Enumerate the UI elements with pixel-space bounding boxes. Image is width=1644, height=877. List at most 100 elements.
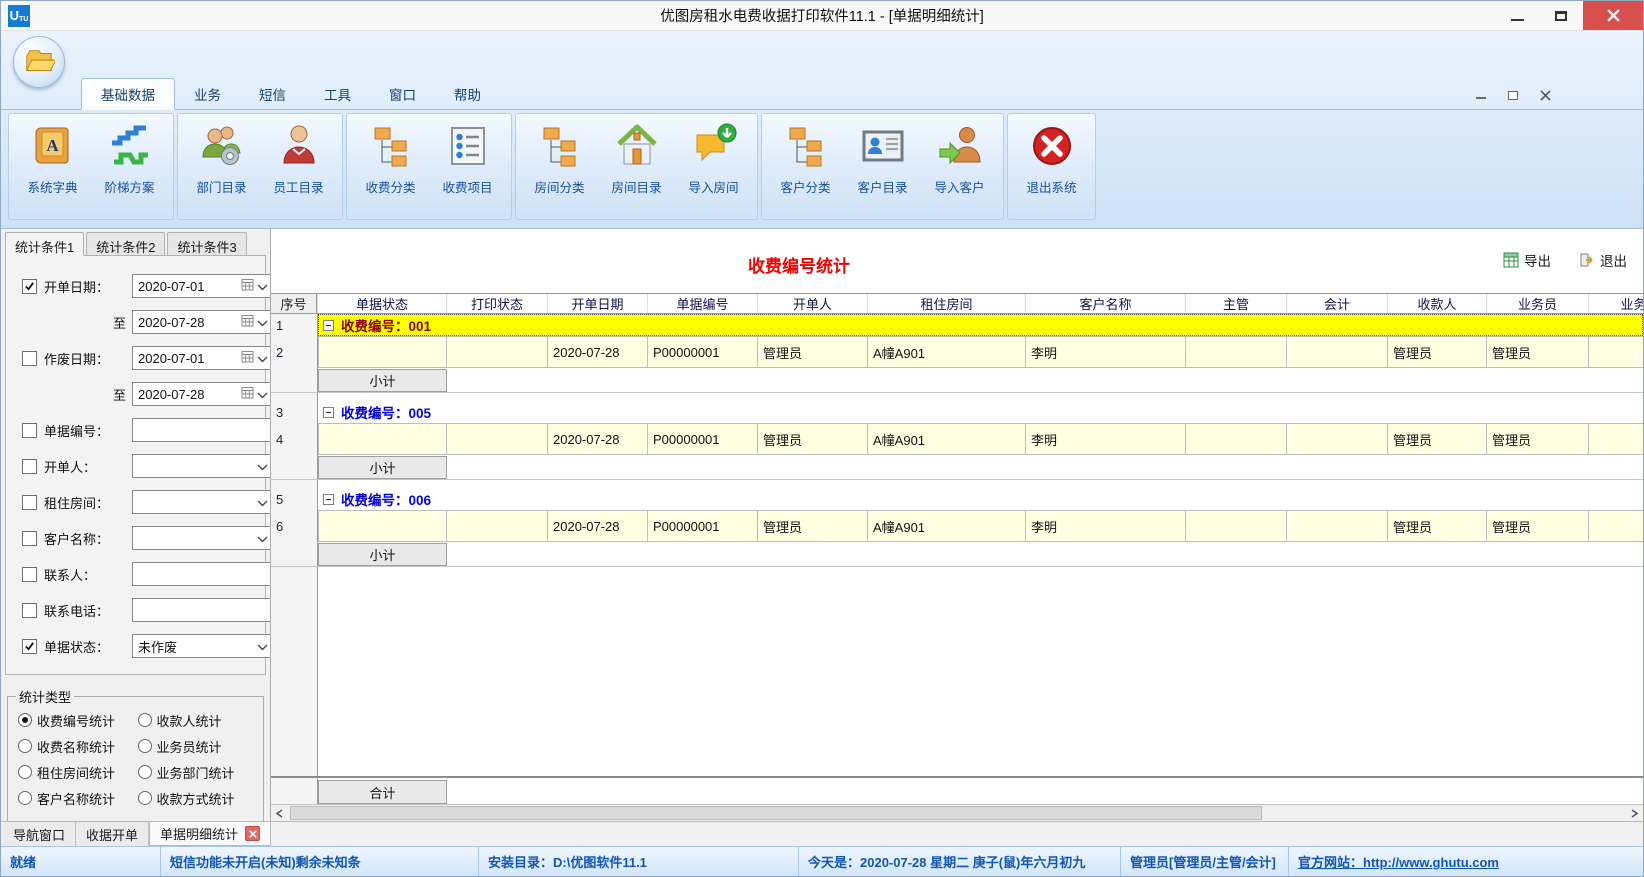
table-row[interactable]: 62020-07-28P00000001管理员A幢A901李明管理员管理员	[271, 510, 1643, 542]
group-title: 收费编号：005	[341, 402, 431, 422]
scrollbar-thumb[interactable]	[290, 806, 1262, 820]
filter-date-input[interactable]: 2020-07-01	[132, 346, 271, 370]
stat-type-option[interactable]: 收款方式统计	[136, 785, 256, 811]
room-list-button[interactable]: 房间目录	[598, 117, 675, 196]
table-cell	[447, 336, 548, 368]
filter-value: 2020-07-01	[138, 351, 205, 366]
filter-text-input[interactable]	[132, 418, 271, 442]
filter-checkbox[interactable]	[22, 495, 37, 510]
import-customer-button[interactable]: 导入客户	[921, 117, 998, 196]
filter-checkbox[interactable]	[22, 351, 37, 366]
collapse-icon[interactable]	[323, 320, 334, 331]
column-header: 收款人	[1387, 294, 1486, 313]
stat-type-option[interactable]: 收费名称统计	[16, 733, 136, 759]
exit-system-button[interactable]: 退出系统	[1013, 117, 1090, 196]
condition-tab[interactable]: 统计条件2	[86, 232, 165, 256]
table-row[interactable]: 42020-07-28P00000001管理员A幢A901李明管理员管理员	[271, 423, 1643, 455]
table-body: 1收费编号：00122020-07-28P00000001管理员A幢A901李明…	[271, 314, 1643, 776]
filter-date-input[interactable]: 2020-07-28	[132, 310, 271, 334]
status-segment: 安装目录：D:\优图软件11.1	[479, 847, 799, 876]
ribbon-tab[interactable]: 窗口	[370, 79, 435, 109]
collapse-icon[interactable]	[323, 494, 334, 505]
ribbon-tab[interactable]: 基础数据	[81, 78, 175, 110]
stat-type-option[interactable]: 租住房间统计	[16, 759, 136, 785]
group-header-row[interactable]: 3收费编号：005	[271, 401, 1643, 423]
dictionary-button[interactable]: A系统字典	[14, 117, 91, 196]
chevron-down-icon	[257, 315, 268, 330]
exit-report-button[interactable]: 退出	[1579, 250, 1627, 270]
bottom-tab[interactable]: 单据明细统计	[149, 822, 271, 846]
stat-type-option[interactable]: 收费编号统计	[16, 707, 136, 733]
filter-row: 租住房间：	[14, 484, 257, 520]
filter-row: 作废日期：2020-07-01	[14, 340, 257, 376]
employee-button[interactable]: 员工目录	[260, 117, 337, 196]
child-minimize-button[interactable]	[1475, 90, 1487, 101]
export-button[interactable]: 导出	[1503, 250, 1551, 270]
table-row[interactable]: 22020-07-28P00000001管理员A幢A901李明管理员管理员	[271, 336, 1643, 368]
ribbon-tab[interactable]: 业务	[175, 79, 240, 109]
department-button[interactable]: 部门目录	[183, 117, 260, 196]
export-icon	[1503, 252, 1519, 268]
group-header-row[interactable]: 1收费编号：001	[271, 314, 1643, 336]
table-cell: 李明	[1026, 510, 1186, 542]
official-website-link[interactable]: 官方网站：http://www.ghutu.com	[1289, 847, 1643, 876]
ribbon-item-label: 收费分类	[365, 177, 415, 196]
minimize-button[interactable]	[1495, 1, 1539, 30]
horizontal-scrollbar[interactable]	[271, 804, 1643, 821]
ribbon-tab[interactable]: 工具	[305, 79, 370, 109]
filter-checkbox[interactable]	[22, 567, 37, 582]
customer-list-button[interactable]: 客户目录	[844, 117, 921, 196]
child-window-controls	[1475, 90, 1551, 101]
import-room-button[interactable]: 导入房间	[675, 117, 752, 196]
filter-checkbox[interactable]	[22, 459, 37, 474]
group-header-row[interactable]: 5收费编号：006	[271, 488, 1643, 510]
filter-date-input[interactable]: 2020-07-28	[132, 382, 271, 406]
maximize-button[interactable]	[1539, 1, 1583, 30]
bottom-tab[interactable]: 导航窗口	[3, 822, 76, 846]
filter-text-input[interactable]	[132, 598, 271, 622]
scroll-right-arrow[interactable]	[1626, 805, 1643, 821]
filter-checkbox[interactable]	[22, 279, 37, 294]
table-cell: 2020-07-28	[548, 423, 648, 455]
close-button[interactable]	[1583, 1, 1643, 30]
condition-tab[interactable]: 统计条件3	[167, 232, 246, 256]
ladder-plan-button[interactable]: 阶梯方案	[91, 117, 168, 196]
ribbon-tab[interactable]: 短信	[240, 79, 305, 109]
stat-type-option[interactable]: 业务员统计	[136, 733, 256, 759]
ribbon-group: 客户分类客户目录导入客户	[761, 113, 1004, 220]
table-cell	[1287, 336, 1388, 368]
table-header-row: 序号单据状态打印状态开单日期单据编号开单人租住房间客户名称主管会计收款人业务员业…	[271, 293, 1643, 314]
child-close-button[interactable]	[1539, 90, 1551, 101]
filter-dropdown[interactable]	[132, 454, 271, 478]
filter-text-input[interactable]	[132, 562, 271, 586]
filter-checkbox[interactable]	[22, 639, 37, 654]
customer-category-button[interactable]: 客户分类	[767, 117, 844, 196]
filter-row: 联系人：	[14, 556, 257, 592]
bottom-tab[interactable]: 收据开单	[76, 822, 149, 846]
filter-dropdown[interactable]: 未作废	[132, 634, 271, 658]
filter-checkbox[interactable]	[22, 603, 37, 618]
stat-type-option[interactable]: 客户名称统计	[16, 785, 136, 811]
condition-tabs: 统计条件1统计条件2统计条件3	[1, 232, 270, 256]
table-cell	[1186, 336, 1287, 368]
ribbon-tab[interactable]: 帮助	[435, 79, 500, 109]
fee-category-button[interactable]: 收费分类	[352, 117, 429, 196]
fee-item-button[interactable]: 收费项目	[429, 117, 506, 196]
filter-dropdown[interactable]	[132, 526, 271, 550]
filter-checkbox[interactable]	[22, 423, 37, 438]
row-gap	[271, 567, 1643, 575]
filter-date-input[interactable]: 2020-07-01	[132, 274, 271, 298]
stat-type-option[interactable]: 收款人统计	[136, 707, 256, 733]
stat-type-option[interactable]: 业务部门统计	[136, 759, 256, 785]
filter-checkbox[interactable]	[22, 531, 37, 546]
child-restore-button[interactable]	[1507, 90, 1519, 101]
condition-tab[interactable]: 统计条件1	[5, 232, 84, 256]
file-orb-button[interactable]	[13, 36, 65, 88]
tab-close-button[interactable]	[245, 826, 260, 841]
scroll-left-arrow[interactable]	[271, 805, 288, 821]
room-category-icon	[537, 123, 583, 169]
collapse-icon[interactable]	[323, 407, 334, 418]
room-category-button[interactable]: 房间分类	[521, 117, 598, 196]
close-icon	[1607, 9, 1620, 22]
filter-dropdown[interactable]	[132, 490, 271, 514]
